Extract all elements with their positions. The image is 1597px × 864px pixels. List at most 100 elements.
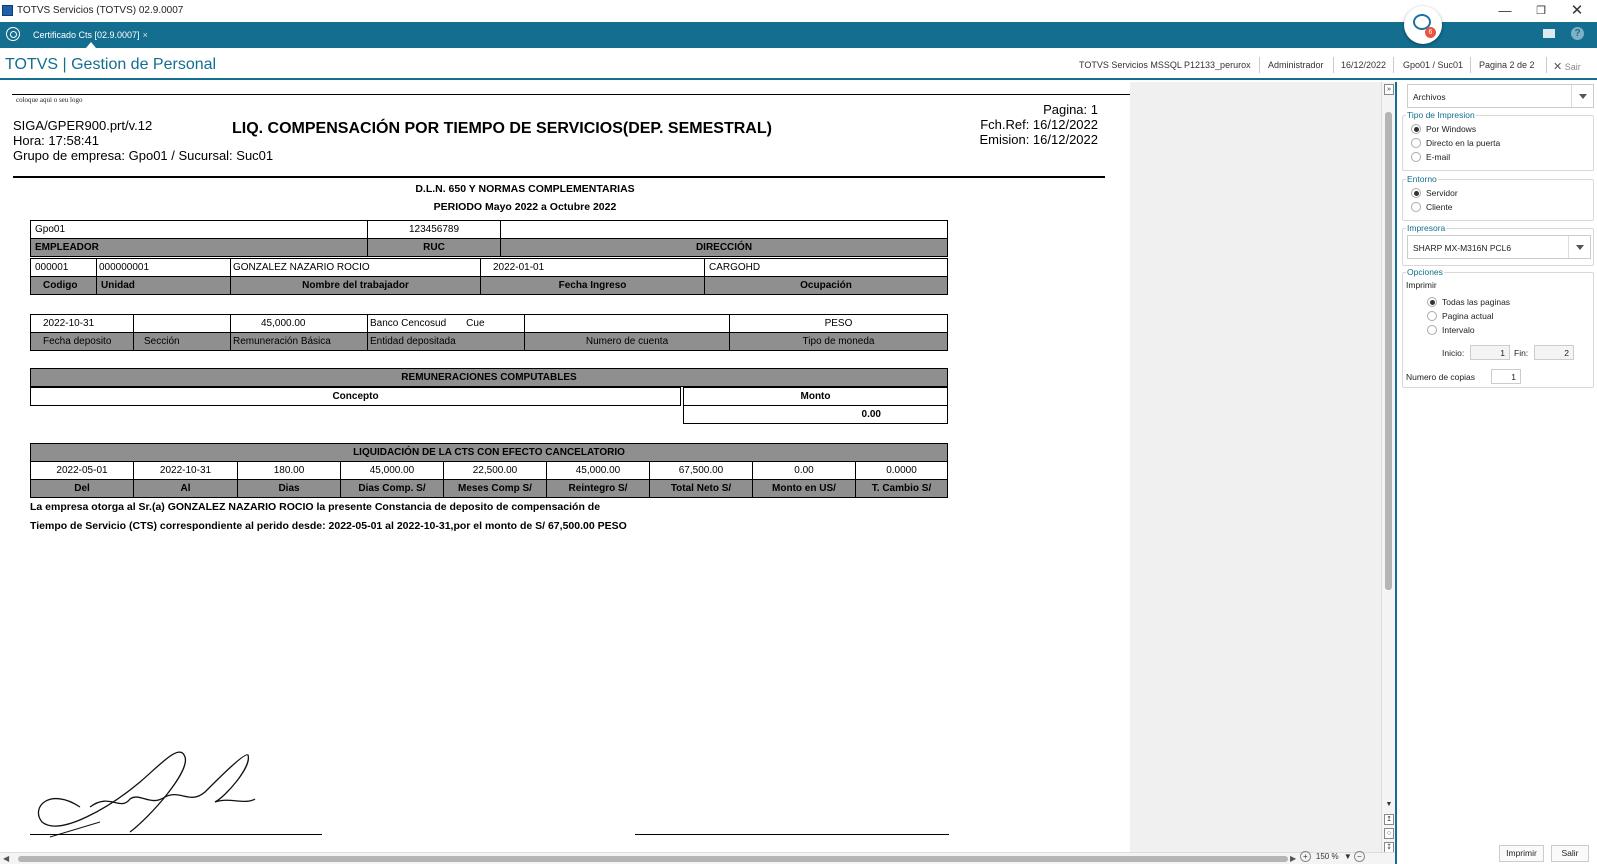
tipo-impresion-group: Tipo de Impresion Por Windows Directo en…: [1402, 110, 1594, 171]
employer-ruc: 123456789: [367, 220, 501, 239]
tab-bar: Certificado Cts [02.9.0007] × ?: [0, 22, 1597, 48]
impresora-group: Impresora SHARP MX-M316N PCL6: [1402, 223, 1594, 266]
zoom-out-icon[interactable]: −: [1353, 851, 1365, 862]
liquidacion-value: 180.00: [237, 461, 341, 480]
deposit-entity-extra: Cue: [466, 318, 485, 329]
copias-field[interactable]: 1: [1491, 369, 1521, 384]
report-program: SIGA/GPER900.prt/v.12: [13, 118, 153, 133]
occupation-header: Ocupación: [704, 276, 948, 295]
liquidacion-header: Reintegro S/: [546, 479, 650, 498]
inicio-field[interactable]: 1: [1470, 345, 1510, 360]
radio-intervalo[interactable]: [1427, 325, 1437, 335]
impresora-legend: Impresora: [1406, 223, 1447, 233]
module-title: TOTVS | Gestion de Personal: [5, 56, 217, 73]
opciones-group: Opciones Imprimir Todas las paginas Pagi…: [1402, 267, 1594, 388]
radio-directo[interactable]: [1411, 138, 1421, 148]
zoom-level: 150 %: [1315, 852, 1339, 861]
liquidacion-header: Dias Comp. S/: [340, 479, 444, 498]
fin-label: Fin:: [1514, 348, 1529, 358]
header-divider: [1393, 57, 1394, 73]
radio-label: Todas las paginas: [1442, 297, 1511, 307]
liquidacion-header: Dias: [237, 479, 341, 498]
page-info: Pagina 2 de 2: [1479, 60, 1535, 70]
radio-servidor[interactable]: [1411, 188, 1421, 198]
liquidacion-header: T. Cambio S/: [855, 479, 948, 498]
report-group: Grupo de empresa: Gpo01 / Sucursal: Suc0…: [13, 148, 274, 163]
close-window-icon[interactable]: ✕: [1560, 1, 1594, 21]
current-page-icon[interactable]: ○: [1384, 828, 1394, 839]
radio-label: Servidor: [1426, 188, 1458, 198]
tipo-impresion-legend: Tipo de Impresion: [1406, 110, 1476, 120]
scroll-left-icon[interactable]: ◀: [3, 854, 9, 863]
deposit-currency: PESO: [729, 314, 948, 333]
employer-header: EMPLEADOR: [30, 238, 368, 257]
radio-todas-paginas[interactable]: [1427, 297, 1437, 307]
liquidacion-value: 2022-10-31: [133, 461, 238, 480]
scroll-right-icon[interactable]: ▶: [1290, 854, 1296, 863]
totvs-menu-icon[interactable]: [6, 27, 20, 41]
horizontal-scroll-thumb[interactable]: [18, 856, 1288, 862]
deposit-section: [133, 314, 231, 333]
chat-badge: 6: [1425, 27, 1436, 38]
vertical-scroll-thumb[interactable]: [1385, 112, 1392, 590]
branch-info: Gpo01 / Suc01: [1403, 60, 1464, 70]
exit-button[interactable]: Salir: [1551, 845, 1589, 862]
impresora-select[interactable]: SHARP MX-M316N PCL6: [1407, 235, 1591, 259]
deposit-date-header: Fecha deposito: [30, 332, 134, 351]
archivos-select[interactable]: Archivos: [1407, 84, 1594, 108]
chat-assistant-button[interactable]: 6: [1404, 6, 1442, 44]
restore-icon[interactable]: ❐: [1524, 1, 1558, 21]
vertical-scrollbar[interactable]: » ▼ ↥ ○ ↧: [1381, 82, 1395, 853]
minimize-icon[interactable]: —: [1488, 1, 1522, 21]
liquidacion-value: 2022-05-01: [30, 461, 134, 480]
window-title: TOTVS Servicios (TOTVS) 02.9.0007: [17, 5, 184, 16]
print-options-panel: Archivos Tipo de Impresion Por Windows D…: [1397, 82, 1597, 864]
zoom-control: + 150 % ▼ −: [1300, 851, 1365, 864]
radio-email[interactable]: [1411, 152, 1421, 162]
date-info: 16/12/2022: [1341, 60, 1387, 70]
deposit-salary: 45,000.00: [230, 314, 368, 333]
exit-link[interactable]: ✕ Sair: [1553, 60, 1581, 73]
entorno-legend: Entorno: [1406, 174, 1438, 184]
radio-label: Cliente: [1426, 202, 1453, 212]
worker-occupation: CARGOHD: [704, 258, 948, 277]
user-info: Administrador: [1268, 60, 1324, 70]
imprimir-label: Imprimir: [1406, 280, 1437, 290]
radio-por-windows[interactable]: [1411, 124, 1421, 134]
radio-label: E-mail: [1426, 152, 1451, 162]
first-page-icon[interactable]: ↥: [1384, 814, 1394, 825]
radio-label: Por Windows: [1426, 124, 1477, 134]
zoom-dropdown-icon[interactable]: ▼: [1344, 852, 1352, 861]
radio-cliente[interactable]: [1411, 202, 1421, 212]
ruc-header: RUC: [367, 238, 501, 257]
fin-field[interactable]: 2: [1534, 345, 1574, 360]
section-header: Sección: [133, 332, 231, 351]
chevron-down-icon[interactable]: [1571, 85, 1593, 107]
entorno-group: Entorno Servidor Cliente: [1402, 174, 1594, 221]
logo-placeholder: coloque aqui o seu logo: [16, 96, 83, 104]
liquidacion-header: Monto en US/: [752, 479, 856, 498]
signature-line-left: [30, 834, 322, 835]
tab-close-icon[interactable]: ×: [143, 30, 148, 40]
zoom-in-icon[interactable]: +: [1300, 851, 1311, 862]
remuneraciones-title: REMUNERACIONES COMPUTABLES: [30, 368, 948, 387]
mail-icon[interactable]: [1543, 29, 1555, 38]
tab-label: Certificado Cts [02.9.0007]: [33, 30, 140, 40]
decree-title: D.L.N. 650 Y NORMAS COMPLEMENTARIAS: [415, 183, 635, 195]
horizontal-scrollbar[interactable]: ◀ ▶: [0, 852, 1395, 864]
entity-header: Entidad depositada: [367, 332, 525, 351]
liquidacion-header: Total Neto S/: [649, 479, 753, 498]
print-button[interactable]: Imprimir: [1499, 845, 1544, 862]
signature-image: [37, 751, 256, 838]
liquidacion-value: 0.0000: [855, 461, 948, 480]
liquidacion-header: Al: [133, 479, 238, 498]
scroll-down-icon[interactable]: ▼: [1384, 800, 1394, 811]
header-divider: [1546, 57, 1547, 73]
chevron-down-icon[interactable]: [1568, 236, 1590, 258]
radio-pagina-actual[interactable]: [1427, 311, 1437, 321]
exit-icon: ✕: [1553, 61, 1563, 73]
scroll-end-icon[interactable]: »: [1384, 84, 1394, 95]
header-rule: [13, 176, 1105, 178]
worker-code: 000001: [30, 258, 97, 277]
help-icon[interactable]: ?: [1571, 27, 1584, 40]
